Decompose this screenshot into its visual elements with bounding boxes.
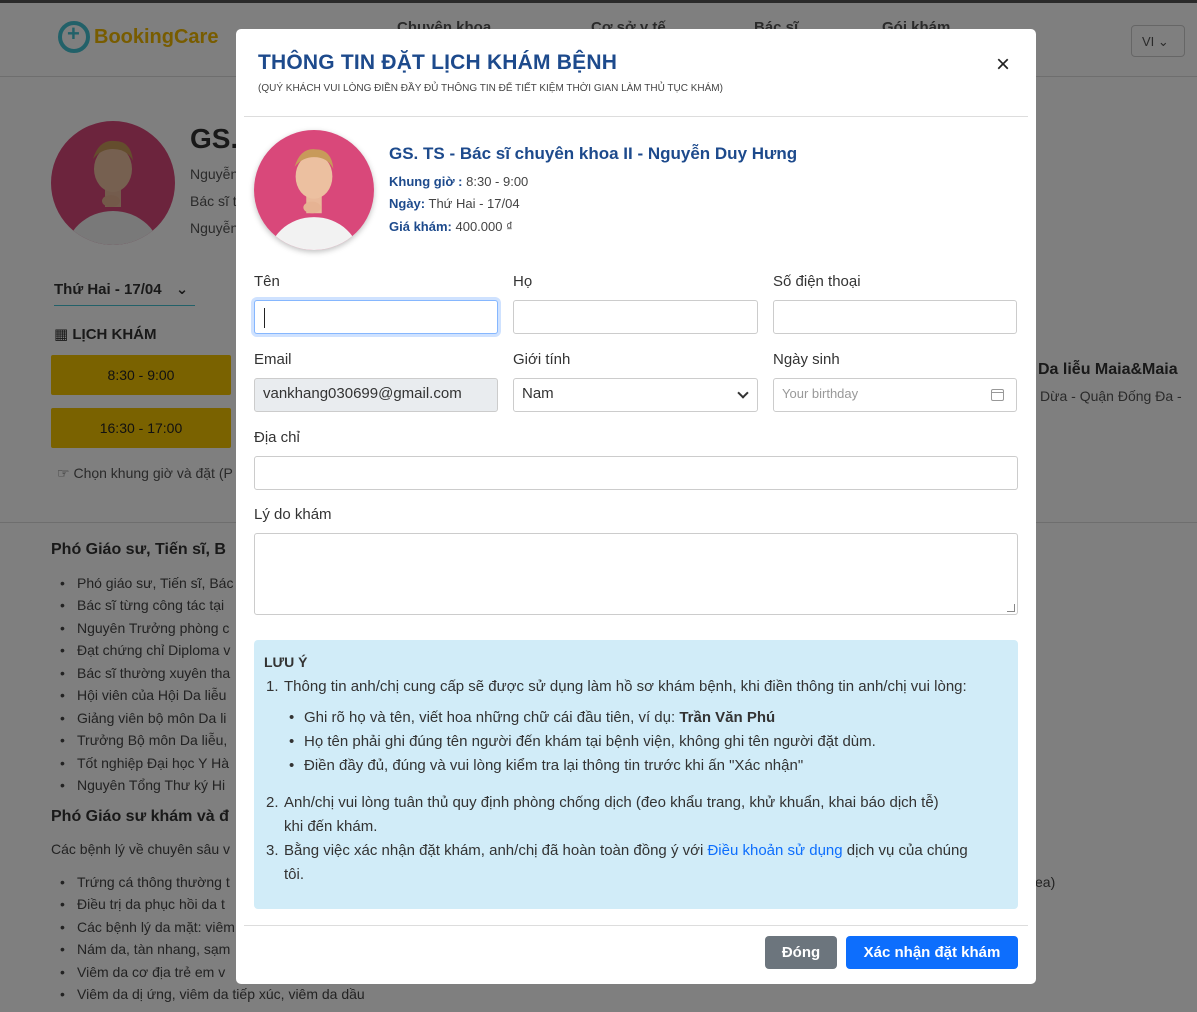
date-label: Ngày: (389, 196, 426, 211)
text-cursor (264, 308, 265, 328)
divider (244, 116, 1028, 117)
modal-title: THÔNG TIN ĐẶT LỊCH KHÁM BỆNH (258, 51, 618, 74)
doctor-avatar (254, 130, 374, 250)
email-field: vankhang030699@gmail.com (254, 378, 498, 412)
resize-handle-icon[interactable] (1007, 604, 1015, 612)
modal-subtitle: (QUÝ KHÁCH VUI LÒNG ĐIỀN ĐẦY ĐỦ THÔNG TI… (258, 83, 723, 94)
notice-item-text: dịch vụ của chúng (846, 842, 968, 859)
notice-item-text: khi đến khám. (284, 818, 378, 835)
notice-sub-item: Ghi rõ họ và tên, viết hoa những chữ cái… (289, 709, 776, 726)
first-name-label: Tên (254, 273, 280, 290)
gender-select[interactable]: Nam (513, 378, 758, 412)
time-label: Khung giờ : (389, 174, 463, 189)
phone-field[interactable] (773, 300, 1017, 334)
notice-sub-item: Họ tên phải ghi đúng tên người đến khám … (289, 733, 876, 750)
notice-item-text: tôi. (284, 866, 305, 883)
item-number: 1. (266, 678, 279, 695)
confirm-booking-button[interactable]: Xác nhận đặt khám (846, 936, 1018, 969)
name-example: Trần Văn Phú (679, 709, 776, 726)
gender-value: Nam (522, 385, 554, 402)
notice-item: 2. Anh/chị vui lòng tuân thủ quy định ph… (266, 791, 1016, 839)
item-number: 3. (266, 842, 279, 859)
notice-box: LƯU Ý 1. Thông tin anh/chị cung cấp sẽ đ… (254, 640, 1018, 909)
last-name-label: Họ (513, 273, 533, 290)
doctor-name: GS. TS - Bác sĩ chuyên khoa II - Nguyễn … (389, 144, 798, 163)
sub-item-text: Ghi rõ họ và tên, viết hoa những chữ cái… (304, 709, 676, 726)
reason-label: Lý do khám (254, 506, 332, 523)
calendar-icon[interactable] (991, 389, 1004, 401)
booking-modal: THÔNG TIN ĐẶT LỊCH KHÁM BỆNH (QUÝ KHÁCH … (236, 29, 1036, 984)
close-button[interactable]: Đóng (765, 936, 837, 969)
chevron-down-icon (737, 387, 749, 399)
item-number: 2. (266, 794, 279, 811)
notice-item: 3. Bằng việc xác nhận đặt khám, anh/chị … (266, 839, 1016, 887)
price-value: 400.000 ₫ (455, 219, 513, 234)
last-name-field[interactable] (513, 300, 758, 334)
notice-item-text: Thông tin anh/chị cung cấp sẽ được sử dụ… (284, 678, 967, 695)
time-value: 8:30 - 9:00 (466, 174, 529, 189)
divider (244, 925, 1028, 926)
price-label: Giá khám: (389, 219, 452, 234)
appointment-price: Giá khám: 400.000 ₫ (389, 219, 513, 234)
terms-link[interactable]: Điều khoản sử dụng (707, 842, 842, 859)
notice-item-text: Bằng việc xác nhận đặt khám, anh/chị đã … (284, 842, 704, 859)
birthday-placeholder: Your birthday (782, 386, 859, 401)
date-value: Thứ Hai - 17/04 (428, 196, 520, 211)
notice-title: LƯU Ý (264, 654, 308, 670)
birthday-field[interactable]: Your birthday (773, 378, 1017, 412)
email-label: Email (254, 351, 292, 368)
birthday-label: Ngày sinh (773, 351, 840, 368)
close-icon[interactable]: × (991, 53, 1015, 77)
address-field[interactable] (254, 456, 1018, 490)
phone-label: Số điện thoại (773, 273, 861, 290)
appointment-time: Khung giờ : 8:30 - 9:00 (389, 174, 528, 189)
first-name-field[interactable] (254, 300, 498, 334)
notice-item-text: Anh/chị vui lòng tuân thủ quy định phòng… (284, 794, 939, 811)
reason-textarea[interactable] (254, 533, 1018, 615)
notice-sub-item: Điền đầy đủ, đúng và vui lòng kiểm tra l… (289, 757, 803, 774)
address-label: Địa chỉ (254, 429, 300, 446)
gender-label: Giới tính (513, 351, 571, 368)
notice-item: 1. Thông tin anh/chị cung cấp sẽ được sử… (266, 675, 1016, 699)
appointment-date: Ngày: Thứ Hai - 17/04 (389, 196, 520, 211)
